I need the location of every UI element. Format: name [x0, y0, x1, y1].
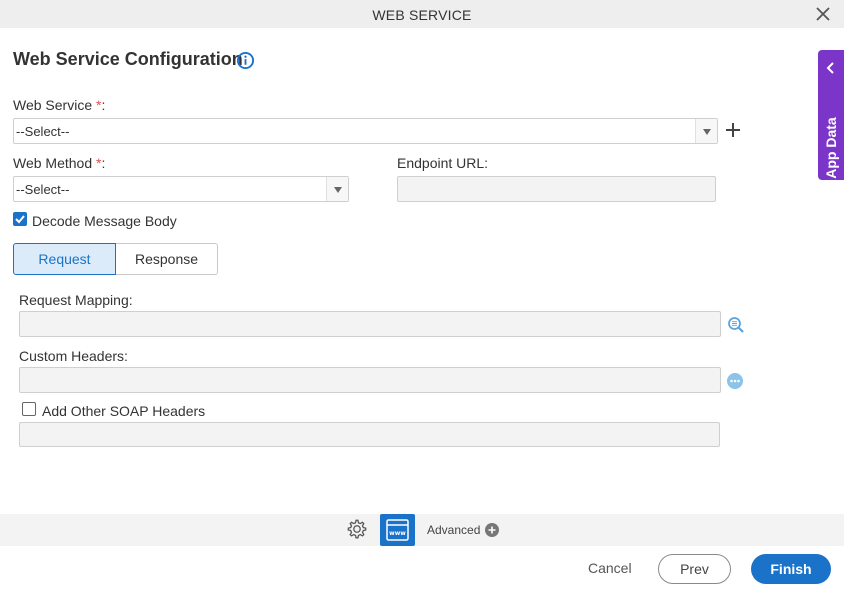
web-service-label: Web Service *: — [13, 97, 106, 113]
request-mapping-input[interactable] — [19, 311, 721, 337]
info-icon[interactable] — [236, 51, 255, 70]
custom-headers-label: Custom Headers: — [19, 348, 128, 364]
endpoint-url-input[interactable] — [397, 176, 716, 202]
caret-down-icon — [703, 129, 711, 135]
soap-headers-input[interactable] — [19, 422, 720, 447]
web-method-select[interactable]: --Select-- — [13, 176, 349, 202]
page-title: Web Service Configuration — [13, 49, 243, 69]
caret-down-icon — [334, 187, 342, 193]
web-service-dropdown-toggle[interactable] — [695, 119, 717, 143]
web-service-select-value: --Select-- — [16, 124, 70, 139]
web-service-step-button[interactable]: www — [380, 514, 415, 546]
add-other-soap-headers-label: Add Other SOAP Headers — [42, 403, 206, 419]
endpoint-url-label: Endpoint URL: — [397, 155, 489, 171]
web-method-label: Web Method *: — [13, 155, 106, 171]
web-service-select[interactable]: --Select-- — [13, 118, 718, 144]
web-method-select-value: --Select-- — [16, 182, 70, 197]
more-options-icon[interactable] — [726, 372, 744, 390]
add-web-service-icon[interactable] — [725, 122, 741, 138]
decode-message-body-label: Decode Message Body — [32, 213, 177, 229]
www-icon: www — [386, 519, 409, 541]
prev-button[interactable]: Prev — [658, 554, 731, 584]
step-toolbar — [0, 514, 844, 546]
finish-button[interactable]: Finish — [751, 554, 831, 584]
request-response-tabs: Request Response — [13, 243, 218, 275]
advanced-label[interactable]: Advanced — [427, 523, 480, 537]
mapping-search-icon[interactable] — [727, 316, 745, 334]
app-data-label: App Data — [823, 117, 839, 179]
decode-message-body-checkbox[interactable] — [13, 212, 27, 226]
advanced-expand-icon[interactable] — [485, 523, 499, 537]
cancel-button[interactable]: Cancel — [588, 560, 632, 576]
custom-headers-input[interactable] — [19, 367, 721, 393]
tab-request[interactable]: Request — [13, 243, 116, 275]
app-data-panel-toggle[interactable]: App Data — [818, 50, 844, 180]
chevron-left-icon — [826, 62, 834, 74]
svg-text:www: www — [389, 530, 406, 537]
gear-icon[interactable] — [346, 518, 368, 540]
checkmark-icon — [15, 215, 25, 224]
close-icon[interactable] — [814, 5, 832, 23]
request-mapping-label: Request Mapping: — [19, 292, 133, 308]
dialog-title: WEB SERVICE — [372, 7, 472, 23]
add-other-soap-headers-checkbox[interactable] — [22, 402, 36, 416]
tab-response[interactable]: Response — [116, 243, 218, 275]
web-method-dropdown-toggle[interactable] — [326, 177, 348, 201]
dialog-titlebar: WEB SERVICE — [0, 0, 844, 28]
